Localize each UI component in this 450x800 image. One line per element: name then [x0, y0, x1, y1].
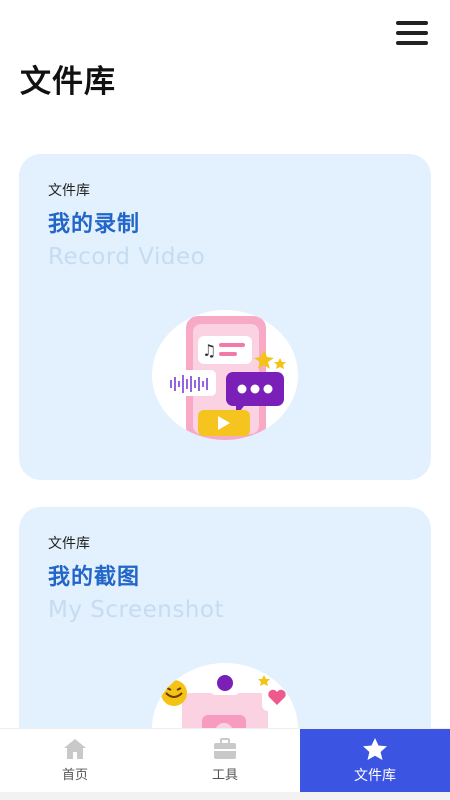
toolbox-icon [214, 738, 236, 759]
tab-home[interactable]: 首页 [0, 729, 150, 792]
card-eyebrow: 文件库 [48, 536, 90, 552]
tab-home-label: 首页 [61, 768, 88, 783]
tab-tools-label: 工具 [211, 768, 238, 783]
menu-line [396, 21, 428, 25]
card-title: 我的录制 [48, 212, 141, 237]
record-video-card[interactable]: 文件库 我的录制 Record Video ♫ [19, 154, 431, 480]
bottom-nav: 首页 工具 文件库 [0, 728, 450, 792]
card-subtitle: Record Video [48, 244, 206, 270]
home-icon [64, 739, 86, 759]
page-title: 文件库 [20, 64, 116, 100]
card-eyebrow: 文件库 [48, 183, 90, 199]
menu-line [396, 31, 428, 35]
menu-button[interactable] [394, 18, 430, 48]
tab-tools[interactable]: 工具 [150, 729, 300, 792]
card-title: 我的截图 [48, 565, 141, 590]
menu-line [396, 41, 428, 45]
card-subtitle: My Screenshot [48, 597, 224, 623]
svg-text:♫: ♫ [202, 341, 216, 360]
bottom-strip [0, 792, 450, 800]
star-icon [363, 737, 387, 760]
phone-music-chat-illustration: ♫ [152, 310, 298, 440]
tab-library-label: 文件库 [354, 767, 396, 784]
tab-library[interactable]: 文件库 [300, 729, 450, 792]
